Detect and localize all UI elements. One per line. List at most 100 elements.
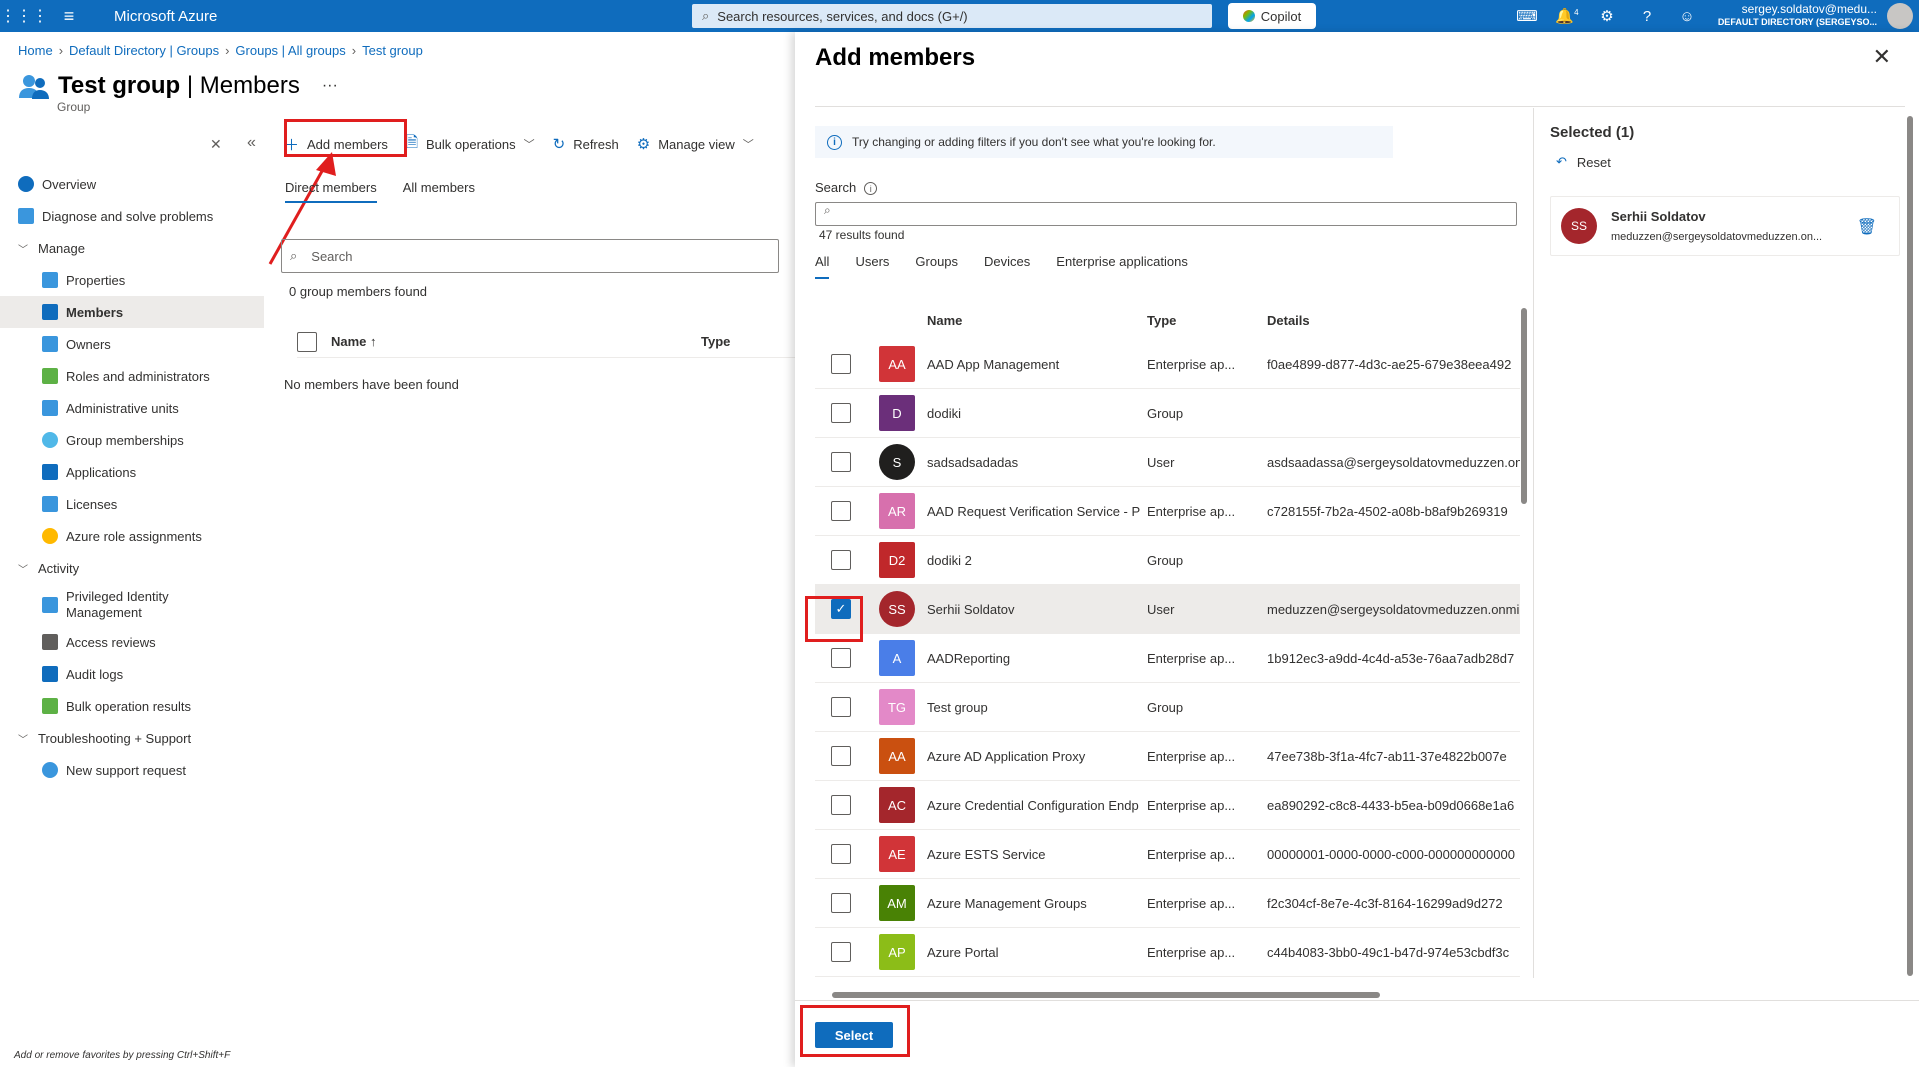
tab-devices[interactable]: Devices — [984, 254, 1030, 279]
close-icon[interactable]: ✕ — [1873, 44, 1891, 70]
row-type: Enterprise ap... — [1147, 944, 1236, 960]
row-checkbox[interactable] — [831, 942, 851, 962]
row-name: Test group — [927, 699, 988, 715]
global-search-input[interactable]: ⌕ Search resources, services, and docs (… — [692, 4, 1212, 28]
reset-button[interactable]: ↶ Reset — [1556, 154, 1611, 170]
collapse-menu-icon[interactable]: « — [247, 134, 256, 152]
tab-enterprise-applications[interactable]: Enterprise applications — [1056, 254, 1188, 279]
members-search-input[interactable]: ⌕ Search — [281, 239, 779, 273]
row-checkbox[interactable] — [831, 795, 851, 815]
breadcrumb-directory-groups[interactable]: Default Directory | Groups — [69, 43, 219, 58]
nav-overview[interactable]: Overview — [0, 168, 264, 200]
nav-diagnose[interactable]: Diagnose and solve problems — [0, 200, 264, 232]
nav-azure-roles[interactable]: Azure role assignments — [0, 520, 264, 552]
grid-vertical-scrollbar[interactable] — [1520, 294, 1528, 982]
bulk-operations-button[interactable]: 🗎 Bulk operations ﹀ — [406, 132, 535, 157]
settings-gear-icon[interactable]: ⚙ — [1587, 7, 1627, 25]
copilot-button[interactable]: Copilot — [1228, 3, 1316, 29]
selected-item-name: Serhii Soldatov — [1611, 209, 1706, 224]
grid-horizontal-scrollbar[interactable] — [818, 990, 1514, 1000]
table-row[interactable]: A AADReporting Enterprise ap... 1b912ec3-a9… — [815, 634, 1520, 683]
manage-view-button[interactable]: ⚙ Manage view ﹀ — [637, 135, 754, 153]
table-row[interactable]: Ddodiki Group — [815, 389, 1520, 438]
nav-group-troubleshooting[interactable]: ﹀ Troubleshooting + Support — [0, 722, 264, 754]
row-checkbox[interactable] — [831, 746, 851, 766]
selected-header: Selected (1) — [1550, 124, 1635, 141]
column-name[interactable]: Name ↑ — [331, 334, 701, 349]
nav-audit-logs[interactable]: Audit logs — [0, 658, 264, 690]
nav-group-memberships[interactable]: Group memberships — [0, 424, 264, 456]
panel-search-input[interactable]: ⌕ — [815, 202, 1517, 226]
nav-roles[interactable]: Roles and administrators — [0, 360, 264, 392]
more-options-icon[interactable]: ··· — [322, 77, 338, 95]
trash-icon[interactable]: 🗑 — [1857, 217, 1877, 237]
nav-owners[interactable]: Owners — [0, 328, 264, 360]
nav-label: Licenses — [66, 496, 118, 512]
nav-applications[interactable]: Applications — [0, 456, 264, 488]
row-checkbox[interactable] — [831, 452, 851, 472]
select-all-checkbox[interactable] — [297, 331, 317, 352]
table-row[interactable]: AE Azure ESTS Service Enterprise ap... 0000… — [815, 830, 1520, 879]
table-row[interactable]: AR AAD Request Verification Service - P En… — [815, 487, 1520, 536]
column-name[interactable]: Name — [927, 313, 1147, 328]
help-icon[interactable]: ? — [1627, 8, 1667, 25]
row-checkbox[interactable] — [831, 354, 851, 374]
notifications-icon[interactable]: 🔔4 — [1547, 7, 1587, 25]
avatar[interactable] — [1887, 3, 1913, 29]
row-checkbox[interactable] — [831, 697, 851, 717]
table-row[interactable]: ✓ SS Serhii Soldatov User meduzzen@sergeysol… — [815, 585, 1520, 634]
row-checkbox[interactable] — [831, 844, 851, 864]
tab-users[interactable]: Users — [855, 254, 889, 279]
breadcrumb-test-group[interactable]: Test group — [362, 43, 423, 58]
account-info[interactable]: sergey.soldatov@medu... DEFAULT DIRECTOR… — [1707, 3, 1877, 29]
nav-group-manage[interactable]: ﹀ Manage — [0, 232, 264, 264]
row-checkbox[interactable] — [831, 648, 851, 668]
refresh-button[interactable]: ↻ Refresh — [553, 135, 619, 153]
row-details: f0ae4899-d877-4d3c-ae25-679e38eea492 — [1267, 356, 1512, 372]
table-row[interactable]: TG Test group Group — [815, 683, 1520, 732]
row-type: Enterprise ap... — [1147, 748, 1236, 764]
nav-licenses[interactable]: Licenses — [0, 488, 264, 520]
row-checkbox[interactable] — [831, 550, 851, 570]
nav-new-support[interactable]: New support request — [0, 754, 264, 786]
breadcrumb-home[interactable]: Home — [18, 43, 53, 58]
nav-pim[interactable]: Privileged Identity Management — [0, 584, 264, 626]
nav-access-reviews[interactable]: Access reviews — [0, 626, 264, 658]
nav-bulk-results[interactable]: Bulk operation results — [0, 690, 264, 722]
feedback-icon[interactable]: ☺ — [1667, 8, 1707, 25]
row-checkbox[interactable] — [831, 893, 851, 913]
owners-icon — [42, 336, 58, 352]
close-search-icon[interactable]: ✕ — [210, 136, 222, 153]
column-type[interactable]: Type — [701, 334, 730, 349]
tab-all[interactable]: All — [815, 254, 830, 279]
tab-groups[interactable]: Groups — [915, 254, 958, 279]
table-row[interactable]: D2 dodiki 2 Group — [815, 536, 1520, 585]
members-count: 0 group members found — [289, 284, 428, 299]
tab-direct-members[interactable]: Direct members — [285, 180, 377, 203]
table-row[interactable]: Ssadsadsadadas User asdsaadassa@sergeysold… — [815, 438, 1520, 487]
column-type[interactable]: Type — [1147, 313, 1267, 328]
column-details[interactable]: Details — [1267, 313, 1520, 328]
tab-all-members[interactable]: All members — [403, 180, 475, 203]
row-name: AAD App Management — [927, 356, 1060, 372]
cloud-shell-icon[interactable]: ⌨ — [1507, 7, 1547, 25]
breadcrumb-all-groups[interactable]: Groups | All groups — [235, 43, 345, 58]
row-checkbox[interactable] — [831, 403, 851, 423]
table-row[interactable]: AC Azure Credential Configuration Endp Ent… — [815, 781, 1520, 830]
brand-title[interactable]: Microsoft Azure — [114, 8, 692, 25]
table-row[interactable]: AA AAD App Management Enterprise ap... f0ae… — [815, 340, 1520, 389]
row-name: sadsadsadadas — [927, 454, 1019, 470]
nav-admin-units[interactable]: Administrative units — [0, 392, 264, 424]
row-checkbox[interactable] — [831, 501, 851, 521]
app-launcher-icon[interactable]: ⋮⋮⋮ — [0, 6, 48, 26]
nav-properties[interactable]: Properties — [0, 264, 264, 296]
nav-members[interactable]: Members — [0, 296, 264, 328]
table-row[interactable]: AA Azure AD Application Proxy Enterprise a… — [815, 732, 1520, 781]
table-row[interactable]: AM Azure Management Groups Enterprise ap..… — [815, 879, 1520, 928]
help-circle-icon[interactable]: i — [864, 182, 878, 195]
nav-group-activity[interactable]: ﹀ Activity — [0, 552, 264, 584]
row-name: Azure Management Groups — [927, 895, 1087, 911]
table-row[interactable]: AP Azure Portal Enterprise ap... c44b4083-3… — [815, 928, 1520, 977]
menu-icon[interactable]: ≡ — [44, 6, 94, 27]
panel-vertical-scrollbar[interactable] — [1906, 100, 1914, 990]
